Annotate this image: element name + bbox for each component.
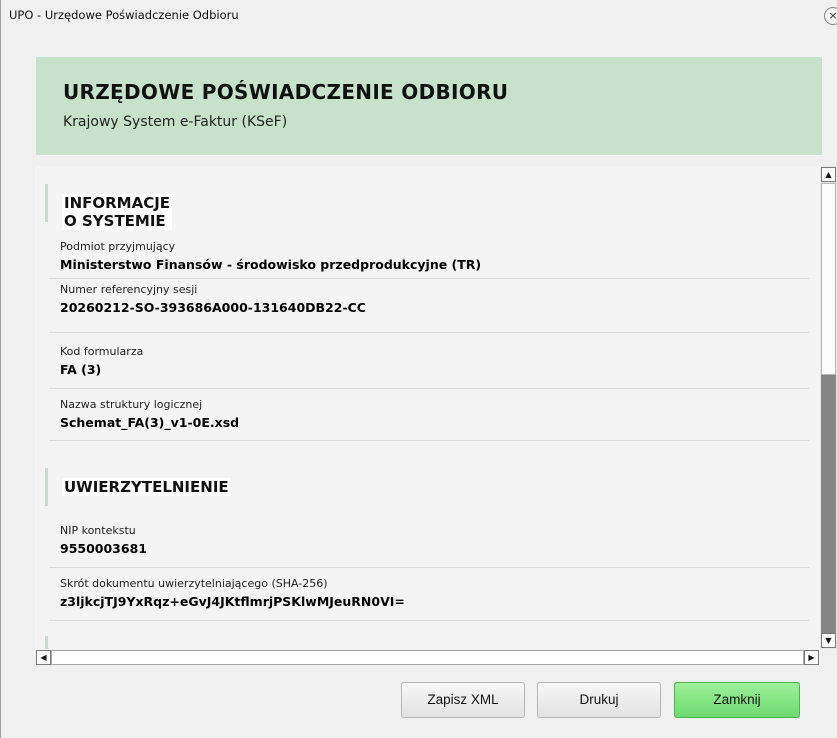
field-value: 9550003681 xyxy=(60,541,147,556)
title-bar: UPO - Urzędowe Poświadczenie Odbioru × xyxy=(1,0,837,30)
header-banner: URZĘDOWE POŚWIADCZENIE ODBIORU Krajowy S… xyxy=(36,57,822,155)
field-auth-doc-hash: Skrót dokumentu uwierzytelniającego (SHA… xyxy=(60,577,815,610)
field-session-reference: Numer referencyjny sesji 20260212-SO-393… xyxy=(60,283,815,316)
field-value: Ministerstwo Finansów - środowisko przed… xyxy=(60,257,482,272)
horizontal-scrollbar[interactable]: ◀ ▶ xyxy=(35,649,820,666)
field-value: z3ljkcjTJ9YxRqz+eGvJ4JKtflmrjPSKlwMJeuRN… xyxy=(60,594,405,609)
scroll-down-icon[interactable]: ▼ xyxy=(821,633,836,648)
field-divider xyxy=(49,567,809,568)
field-divider xyxy=(49,278,809,279)
upo-dialog-window: UPO - Urzędowe Poświadczenie Odbioru × U… xyxy=(0,0,837,738)
field-value: Schemat_FA(3)_v1-0E.xsd xyxy=(60,415,240,430)
field-label: Podmiot przyjmujący xyxy=(60,240,176,253)
window-title: UPO - Urzędowe Poświadczenie Odbioru xyxy=(9,8,239,22)
print-button[interactable]: Drukuj xyxy=(537,682,661,718)
vertical-scrollbar[interactable]: ▲ ▼ xyxy=(820,166,837,649)
section-header-auth: UWIERZYTELNIENIE xyxy=(45,468,231,506)
field-value: 20260212-SO-393686A000-131640DB22-CC xyxy=(60,300,366,315)
section-title-system: INFORMACJE O SYSTEMIE xyxy=(62,194,173,230)
scroll-right-icon[interactable]: ▶ xyxy=(804,650,819,665)
content-scroll-area[interactable]: INFORMACJE O SYSTEMIE Podmiot przyjmując… xyxy=(35,166,820,649)
header-title: URZĘDOWE POŚWIADCZENIE ODBIORU xyxy=(63,80,509,104)
field-divider xyxy=(49,440,809,441)
section-header-system: INFORMACJE O SYSTEMIE xyxy=(45,184,173,230)
header-subtitle: Krajowy System e-Faktur (KSeF) xyxy=(63,114,288,130)
field-label: Kod formularza xyxy=(60,345,144,358)
field-value: FA (3) xyxy=(60,362,102,377)
field-divider xyxy=(49,332,809,333)
close-button[interactable]: Zamknij xyxy=(674,682,800,718)
field-label: NIP kontekstu xyxy=(60,524,136,537)
scroll-left-icon[interactable]: ◀ xyxy=(36,650,51,665)
save-xml-button[interactable]: Zapisz XML xyxy=(401,682,525,718)
vertical-scroll-thumb[interactable] xyxy=(821,183,836,375)
field-context-nip: NIP kontekstu 9550003681 xyxy=(60,524,815,557)
field-logical-structure: Nazwa struktury logicznej Schemat_FA(3)_… xyxy=(60,398,815,431)
section-title-auth: UWIERZYTELNIENIE xyxy=(62,478,231,496)
scroll-up-icon[interactable]: ▲ xyxy=(821,167,836,182)
field-label: Numer referencyjny sesji xyxy=(60,283,198,296)
field-receiving-entity: Podmiot przyjmujący Ministerstwo Finansó… xyxy=(60,240,815,273)
close-icon[interactable]: × xyxy=(824,7,837,25)
field-label: Nazwa struktury logicznej xyxy=(60,398,203,411)
next-section-accent xyxy=(45,636,48,649)
vertical-scroll-track[interactable] xyxy=(821,375,836,633)
field-label: Skrót dokumentu uwierzytelniającego (SHA… xyxy=(60,577,328,590)
field-divider xyxy=(49,620,809,621)
field-form-code: Kod formularza FA (3) xyxy=(60,345,815,378)
horizontal-scroll-track[interactable] xyxy=(51,650,804,665)
field-divider xyxy=(49,388,809,389)
